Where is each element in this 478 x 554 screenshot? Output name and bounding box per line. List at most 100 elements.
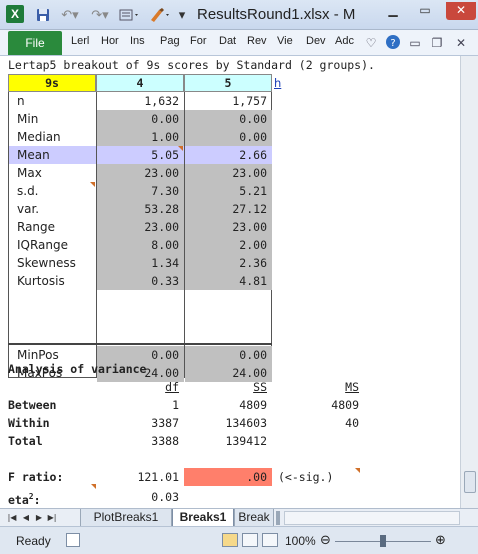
anova-title[interactable]: Analysis of variance [8, 360, 146, 378]
excel-icon[interactable]: X [6, 5, 24, 23]
ribbon-minimize-icon[interactable]: ▭ [406, 34, 424, 52]
form-icon[interactable] [118, 6, 142, 24]
help-icon[interactable]: ? [384, 34, 402, 52]
last-sheet-icon[interactable]: ▶| [46, 511, 58, 525]
stat-value-group-5[interactable]: 2.36 [185, 254, 272, 272]
eta-label[interactable]: eta2: [8, 488, 41, 507]
first-sheet-icon[interactable]: |◀ [6, 511, 18, 525]
ribbon-close-icon[interactable]: ✕ [452, 34, 470, 52]
zoom-out-icon[interactable]: ⊖ [320, 533, 331, 548]
anova-df[interactable]: 1 [100, 396, 184, 414]
stat-value-group-4[interactable]: 23.00 [97, 164, 184, 182]
stat-label[interactable]: IQRange [9, 236, 96, 254]
anova-header-df[interactable]: df [100, 378, 184, 396]
stat-value-group-4[interactable]: 8.00 [97, 236, 184, 254]
stat-value-group-5[interactable]: 1,757 [185, 92, 272, 110]
scrollbar-thumb[interactable] [464, 471, 476, 493]
file-tab[interactable]: File [8, 31, 62, 55]
anova-df[interactable]: 3388 [100, 432, 184, 450]
stat-value-group-5[interactable]: 0.00 [185, 128, 272, 146]
stat-value-group-4[interactable]: 7.30 [97, 182, 184, 200]
stat-label[interactable]: Min [9, 110, 96, 128]
anova-header-ms[interactable]: MS [272, 378, 364, 396]
tab-developer[interactable]: Dev [306, 35, 326, 47]
maximize-icon[interactable]: ▭ [412, 2, 438, 20]
anova-ms[interactable] [272, 432, 364, 450]
anova-ss[interactable]: 139412 [184, 432, 272, 450]
zoom-level[interactable]: 100% [285, 534, 316, 548]
stat-value-group-5[interactable]: 27.12 [185, 200, 272, 218]
header-9s[interactable]: 9s [8, 74, 96, 92]
tab-addins[interactable]: Adc [335, 35, 354, 47]
worksheet-grid[interactable]: Lertap5 breakout of 9s scores by Standar… [0, 56, 460, 508]
header-link-h[interactable]: h [274, 74, 281, 92]
anova-row-label[interactable]: Within [8, 414, 50, 432]
stat-value-group-5[interactable]: 23.00 [185, 218, 272, 236]
sheet-tab-break[interactable]: Break [234, 509, 274, 527]
zoom-slider-thumb[interactable] [380, 535, 386, 547]
sheet-tab-breaks1[interactable]: Breaks1 [172, 509, 234, 527]
minimize-icon[interactable]: ▁ [380, 2, 406, 20]
stat-label[interactable]: Skewness [9, 254, 96, 272]
page-layout-view-icon[interactable] [242, 533, 258, 547]
stat-value-group-4[interactable]: 5.05 [97, 146, 184, 164]
stat-value-group-4[interactable]: 1.00 [97, 128, 184, 146]
tab-home[interactable]: Hor [101, 35, 119, 47]
anova-header-ss[interactable]: SS [184, 378, 272, 396]
save-icon[interactable] [34, 6, 52, 24]
sheet-heading[interactable]: Lertap5 breakout of 9s scores by Standar… [8, 56, 375, 74]
next-sheet-icon[interactable]: ▶ [33, 511, 45, 525]
p-value[interactable]: .00 [184, 468, 272, 486]
redo-icon[interactable]: ↷▾ [88, 6, 112, 24]
stat-value-group-4[interactable]: 1,632 [97, 92, 184, 110]
stat-value-group-4[interactable]: 23.00 [97, 218, 184, 236]
stat-value-group-5[interactable]: 0.00 [185, 110, 272, 128]
tab-review[interactable]: Rev [247, 35, 267, 47]
stat-label[interactable]: Median [9, 128, 96, 146]
stat-value-group-5[interactable]: 0.00 [185, 346, 272, 364]
stat-label[interactable]: Range [9, 218, 96, 236]
tab-insert[interactable]: Ins [130, 35, 145, 47]
tab-page-layout[interactable]: Pag [160, 35, 180, 47]
normal-view-icon[interactable] [222, 533, 238, 547]
page-break-view-icon[interactable] [262, 533, 278, 547]
tab-view[interactable]: Vie [277, 35, 293, 47]
comment-indicator[interactable] [91, 484, 96, 489]
tab-split-handle[interactable] [276, 511, 280, 525]
undo-icon[interactable]: ↶▾ [58, 6, 82, 24]
stat-label[interactable]: Kurtosis [9, 272, 96, 290]
sheet-tab-plotbreaks1[interactable]: PlotBreaks1 [80, 509, 172, 527]
stat-value-group-4[interactable]: 53.28 [97, 200, 184, 218]
f-ratio-label[interactable]: F ratio: [8, 468, 63, 486]
paint-icon[interactable] [148, 6, 172, 24]
zoom-in-icon[interactable]: ⊕ [435, 533, 446, 548]
stat-label[interactable]: Max [9, 164, 96, 182]
horizontal-scrollbar[interactable] [284, 511, 460, 525]
anova-row-label[interactable]: Total [8, 432, 43, 450]
sig-note[interactable]: (<-sig.) [278, 468, 333, 486]
stat-value-group-4[interactable]: 0.00 [97, 110, 184, 128]
anova-ms[interactable]: 4809 [272, 396, 364, 414]
comment-indicator[interactable] [90, 182, 95, 187]
macro-record-icon[interactable] [66, 533, 80, 547]
heart-icon[interactable]: ♡ [362, 34, 380, 52]
anova-row-label[interactable]: Between [8, 396, 56, 414]
stat-label[interactable]: s.d. [9, 182, 96, 200]
anova-ss[interactable]: 134603 [184, 414, 272, 432]
tab-lertap[interactable]: Lerl [71, 35, 89, 47]
eta-value[interactable]: 0.03 [100, 488, 184, 506]
anova-ss[interactable]: 4809 [184, 396, 272, 414]
stat-label[interactable]: var. [9, 200, 96, 218]
stat-value-group-5[interactable]: 4.81 [185, 272, 272, 290]
stat-label[interactable]: n [9, 92, 96, 110]
tab-formulas[interactable]: For [190, 35, 207, 47]
stat-value-group-4[interactable]: 1.34 [97, 254, 184, 272]
stat-label[interactable]: Mean [9, 146, 96, 164]
ribbon-restore-icon[interactable]: ❐ [428, 34, 446, 52]
header-group-5[interactable]: 5 [184, 74, 272, 92]
anova-ms[interactable]: 40 [272, 414, 364, 432]
stat-value-group-5[interactable]: 2.00 [185, 236, 272, 254]
stat-value-group-5[interactable]: 5.21 [185, 182, 272, 200]
header-group-4[interactable]: 4 [96, 74, 184, 92]
anova-df[interactable]: 3387 [100, 414, 184, 432]
